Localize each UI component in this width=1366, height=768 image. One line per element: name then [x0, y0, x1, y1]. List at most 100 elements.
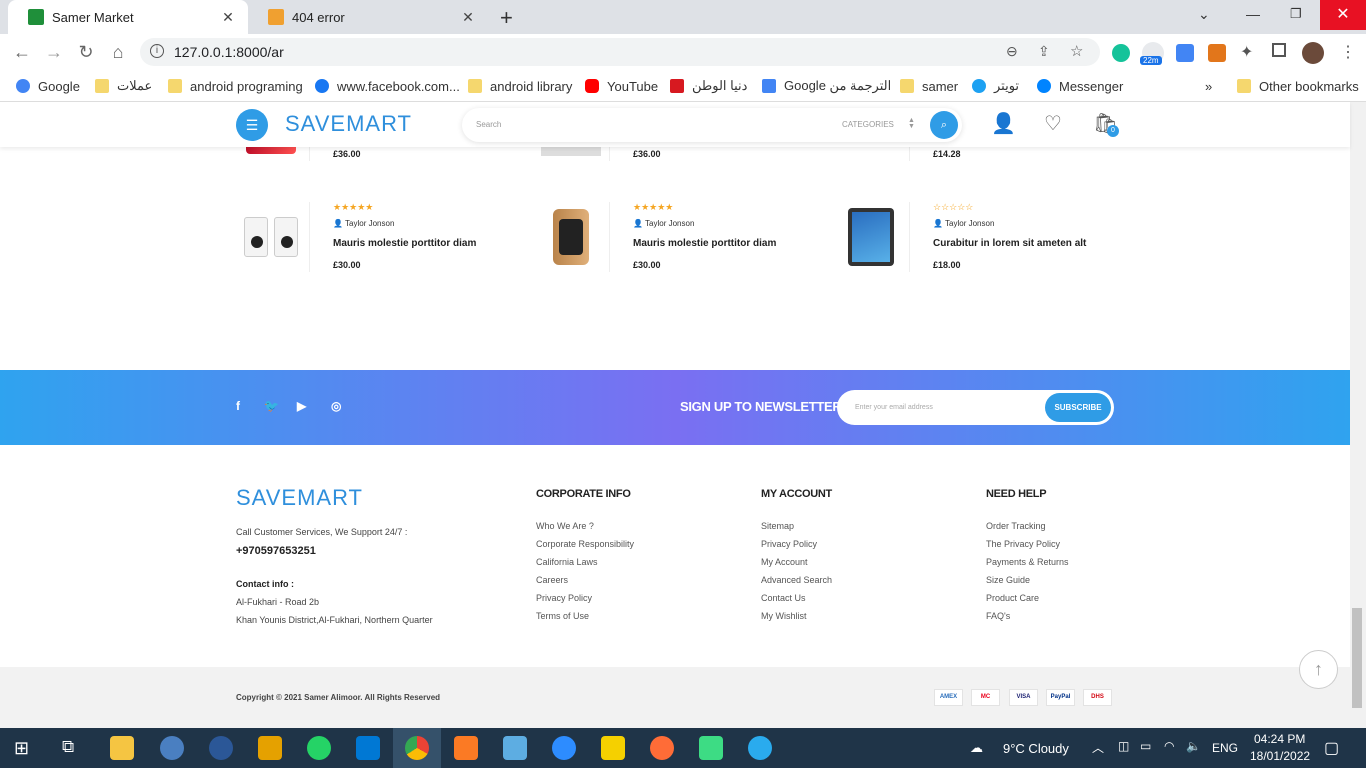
- footer-link[interactable]: Order Tracking: [986, 521, 1046, 531]
- zoom-icon[interactable]: ⊖: [1006, 43, 1018, 60]
- close-window-icon[interactable]: ✕: [1320, 0, 1366, 30]
- other-bookmarks[interactable]: Other bookmarks: [1237, 76, 1359, 96]
- zoom-icon[interactable]: [552, 736, 576, 760]
- volume-icon[interactable]: 🔈: [1186, 739, 1201, 753]
- footer-link[interactable]: Corporate Responsibility: [536, 539, 634, 549]
- instagram-icon[interactable]: ◎: [331, 399, 341, 413]
- footer-link[interactable]: Product Care: [986, 593, 1039, 603]
- weather-text[interactable]: 9°C Cloudy: [1003, 741, 1069, 756]
- bookmark-folder[interactable]: android library: [468, 76, 572, 96]
- new-tab-icon[interactable]: +: [500, 5, 513, 31]
- product-name[interactable]: Mauris molestie porttitor diam: [333, 238, 476, 249]
- bookmark-star-icon[interactable]: ☆: [1070, 42, 1083, 60]
- product-name[interactable]: Curabitur in lorem sit ameten alt: [933, 238, 1086, 249]
- forward-icon[interactable]: →: [44, 42, 64, 62]
- task-view-icon[interactable]: ⧉: [62, 737, 74, 757]
- categories-select[interactable]: CATEGORIES: [842, 120, 894, 129]
- side-panel-icon[interactable]: [1272, 43, 1286, 57]
- reload-icon[interactable]: ↻: [76, 42, 96, 62]
- chrome-icon[interactable]: [405, 736, 429, 760]
- tray-chevron-icon[interactable]: ︿: [1092, 739, 1104, 756]
- footer-link[interactable]: My Account: [761, 557, 808, 567]
- metamask-icon[interactable]: [1208, 44, 1226, 62]
- site-info-icon[interactable]: i: [150, 44, 164, 58]
- subscribe-button[interactable]: SUBSCRIBE: [1045, 393, 1111, 422]
- bookmark-folder[interactable]: android programing: [168, 76, 303, 96]
- restore-icon[interactable]: ❐: [1290, 6, 1302, 22]
- footer-link[interactable]: The Privacy Policy: [986, 539, 1060, 549]
- user-icon[interactable]: 👤: [991, 112, 1016, 136]
- vscode-icon[interactable]: [356, 736, 380, 760]
- clock-time[interactable]: 04:24 PM: [1254, 732, 1305, 746]
- paint-icon[interactable]: [160, 736, 184, 760]
- product-item[interactable]: ★★★★★ 👤 Taylor Jonson Mauris molestie po…: [536, 202, 816, 272]
- close-tab-icon[interactable]: ✕: [220, 9, 236, 26]
- profile-avatar[interactable]: [1302, 42, 1324, 64]
- product-item[interactable]: ★★★★★ 👤 Taylor Jonson Mauris molestie po…: [236, 202, 516, 272]
- file-explorer-icon[interactable]: [110, 736, 134, 760]
- facebook-icon[interactable]: f: [236, 399, 240, 413]
- postman-icon[interactable]: [650, 736, 674, 760]
- android-studio-icon[interactable]: [699, 736, 723, 760]
- footer-link[interactable]: My Wishlist: [761, 611, 807, 621]
- scrollbar-thumb[interactable]: [1352, 608, 1362, 708]
- footer-link[interactable]: Contact Us: [761, 593, 806, 603]
- product-image[interactable]: [236, 202, 306, 272]
- bookmark-folder[interactable]: samer: [900, 76, 958, 96]
- tab-search-icon[interactable]: ⌄: [1198, 6, 1210, 23]
- bookmark-messenger[interactable]: Messenger: [1037, 76, 1123, 96]
- bookmark-translate[interactable]: Google الترجمة من: [762, 76, 891, 96]
- product-item[interactable]: ☆☆☆☆☆ 👤 Taylor Jonson Curabitur in lorem…: [836, 202, 1116, 272]
- sticky-notes-icon[interactable]: [601, 736, 625, 760]
- search-button[interactable]: ⌕: [930, 111, 958, 139]
- home-icon[interactable]: ⌂: [108, 42, 128, 62]
- site-logo[interactable]: SAVEMART: [285, 111, 412, 137]
- wifi-icon[interactable]: ◠: [1164, 739, 1174, 753]
- extensions-puzzle-icon[interactable]: ✦: [1240, 42, 1253, 62]
- footer-link[interactable]: Sitemap: [761, 521, 794, 531]
- omnibox[interactable]: i 127.0.0.1:8000/ar ⊖ ⇪ ☆: [140, 38, 1100, 66]
- email-field[interactable]: Enter your email address: [855, 404, 933, 411]
- footer-link[interactable]: Terms of Use: [536, 611, 589, 621]
- bookmark-facebook[interactable]: www.facebook.com...: [315, 76, 460, 96]
- windows-start-icon[interactable]: ⊞: [14, 738, 29, 759]
- wishlist-heart-icon[interactable]: ♡: [1041, 112, 1065, 136]
- app-icon[interactable]: [209, 736, 233, 760]
- share-icon[interactable]: ⇪: [1038, 43, 1050, 60]
- menu-button[interactable]: ☰: [236, 109, 268, 141]
- back-icon[interactable]: ←: [12, 42, 32, 62]
- footer-link[interactable]: California Laws: [536, 557, 598, 567]
- close-tab-icon[interactable]: ✕: [460, 9, 476, 26]
- footer-link[interactable]: Advanced Search: [761, 575, 832, 585]
- whatsapp-icon[interactable]: [307, 736, 331, 760]
- translate-icon[interactable]: [1176, 44, 1194, 62]
- minimize-icon[interactable]: —: [1246, 6, 1260, 22]
- page-scrollbar[interactable]: [1350, 102, 1366, 728]
- store-icon[interactable]: [258, 736, 282, 760]
- language-indicator[interactable]: ENG: [1212, 741, 1238, 755]
- bookmark-folder[interactable]: عملات: [95, 76, 152, 96]
- product-image[interactable]: [836, 202, 906, 272]
- tab-404-error[interactable]: 404 error ✕: [248, 0, 488, 34]
- grammarly-icon[interactable]: [1112, 44, 1130, 62]
- footer-link[interactable]: Careers: [536, 575, 568, 585]
- more-bookmarks-icon[interactable]: »: [1205, 76, 1212, 96]
- xampp-icon[interactable]: [454, 736, 478, 760]
- footer-link[interactable]: Privacy Policy: [536, 593, 592, 603]
- battery-icon[interactable]: ▭: [1140, 739, 1151, 753]
- scroll-to-top-button[interactable]: ↑: [1299, 650, 1338, 689]
- product-name[interactable]: Mauris molestie porttitor diam: [633, 238, 776, 249]
- twitter-icon[interactable]: 🐦: [264, 399, 279, 413]
- footer-link[interactable]: FAQ's: [986, 611, 1010, 621]
- product-image[interactable]: [536, 202, 606, 272]
- menu-kebab-icon[interactable]: ⋮: [1340, 42, 1356, 62]
- footer-link[interactable]: Size Guide: [986, 575, 1030, 585]
- youtube-icon[interactable]: ▶: [297, 399, 306, 413]
- bookmark-news[interactable]: دنيا الوطن: [670, 76, 747, 96]
- footer-logo[interactable]: SAVEMART: [236, 485, 363, 511]
- bookmark-google[interactable]: Google: [16, 76, 80, 96]
- footer-link[interactable]: Payments & Returns: [986, 557, 1069, 567]
- telegram-icon[interactable]: [748, 736, 772, 760]
- footer-link[interactable]: Privacy Policy: [761, 539, 817, 549]
- search-input[interactable]: Search: [476, 120, 501, 129]
